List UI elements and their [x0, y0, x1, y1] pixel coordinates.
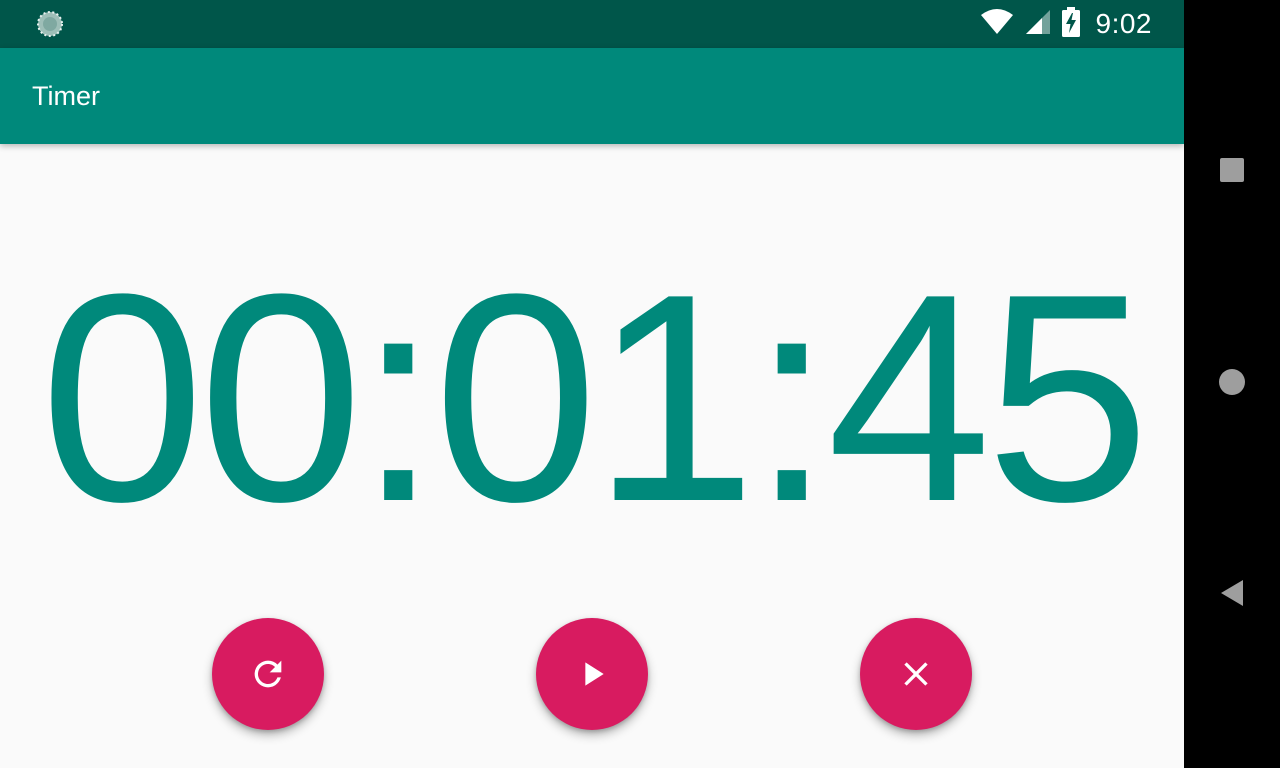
navigation-bar: [1184, 0, 1280, 768]
status-time: 9:02: [1095, 8, 1152, 39]
back-button[interactable]: [1208, 571, 1256, 619]
close-icon: [896, 654, 936, 694]
device-frame: 9:02 Timer 00:01:45: [0, 0, 1280, 768]
clear-button[interactable]: [860, 618, 972, 730]
status-bar: 9:02: [0, 0, 1184, 48]
status-icons: 9:02: [980, 0, 1153, 48]
recents-icon: [1219, 157, 1245, 188]
app-title: Timer: [32, 81, 100, 111]
refresh-icon: [248, 654, 288, 694]
sync-icon: [36, 10, 64, 38]
battery-charging-icon: [1061, 6, 1080, 42]
play-icon: [572, 654, 612, 694]
cell-signal-icon: [1024, 8, 1052, 41]
wifi-icon: [980, 8, 1014, 40]
timer-display: 00:01:45: [39, 232, 1150, 563]
home-icon: [1218, 368, 1246, 401]
app-bar: Timer: [0, 48, 1184, 144]
app-screen: 9:02 Timer 00:01:45: [0, 0, 1184, 768]
reset-button[interactable]: [212, 618, 324, 730]
back-icon: [1219, 579, 1245, 612]
recents-button[interactable]: [1208, 148, 1256, 196]
home-button[interactable]: [1208, 360, 1256, 408]
play-button[interactable]: [536, 618, 648, 730]
